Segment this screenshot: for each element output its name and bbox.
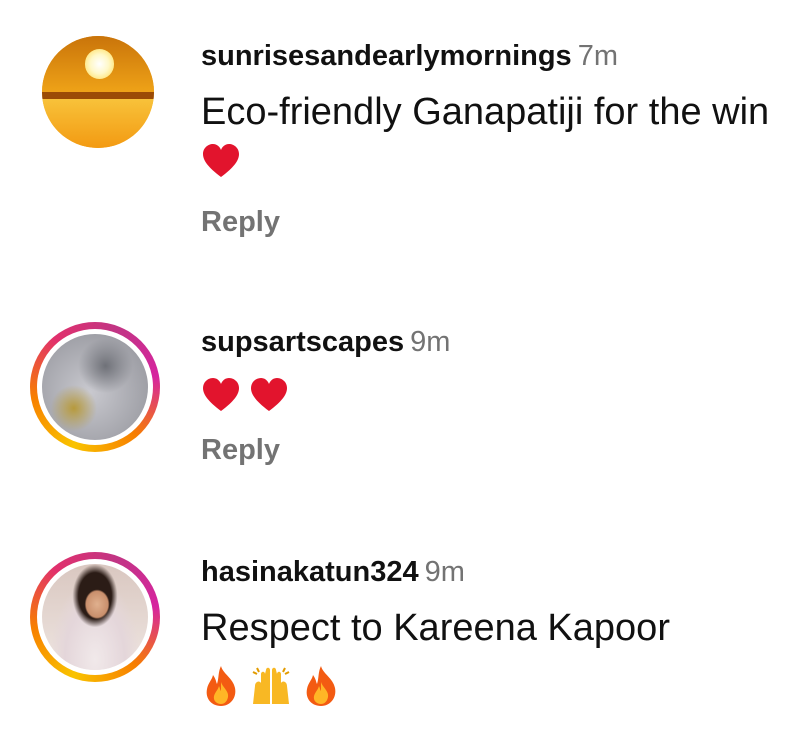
fire-emoji-icon	[201, 664, 241, 713]
comment-time: 9m	[424, 556, 465, 588]
heart-emoji-icon	[201, 376, 241, 416]
moon-avatar-image	[42, 334, 148, 440]
comment-username[interactable]: supsartscapes	[201, 326, 404, 358]
sunrise-avatar-image	[42, 36, 154, 148]
comment-time: 9m	[410, 326, 451, 358]
comment-username[interactable]: sunrisesandearlymornings	[201, 40, 572, 72]
comment-text-body: Eco-friendly Ganapatiji for the win	[201, 91, 770, 133]
avatar[interactable]	[42, 36, 154, 148]
comment-content: hasinakatun324 9m Respect to Kareena Kapo…	[201, 552, 790, 714]
raising-hands-emoji-icon	[249, 664, 293, 713]
comment-content: sunrisesandearlymornings 7m Eco-friendly …	[201, 36, 790, 242]
comment-meta: supsartscapes 9m	[201, 322, 790, 362]
comment-username[interactable]: hasinakatun324	[201, 556, 419, 588]
heart-emoji-icon	[249, 376, 289, 416]
comment-text: Respect to Kareena Kapoor	[201, 607, 670, 649]
comment-text: Eco-friendly Ganapatiji for the win	[201, 86, 791, 190]
heart-emoji-icon	[201, 142, 241, 182]
reply-button[interactable]: Reply	[201, 202, 790, 242]
reply-button[interactable]: Reply	[201, 430, 790, 470]
comment-emoji-row	[201, 662, 790, 714]
comment-time: 7m	[577, 40, 618, 72]
comment-meta: hasinakatun324 9m	[201, 552, 790, 592]
comment-content: supsartscapes 9m Reply	[201, 322, 790, 470]
avatar[interactable]	[30, 322, 160, 452]
comment-emoji-row	[201, 370, 790, 422]
fire-emoji-icon	[301, 664, 341, 713]
comment-meta: sunrisesandearlymornings 7m	[201, 36, 790, 76]
avatar[interactable]	[30, 552, 160, 682]
person-avatar-image	[42, 564, 148, 670]
